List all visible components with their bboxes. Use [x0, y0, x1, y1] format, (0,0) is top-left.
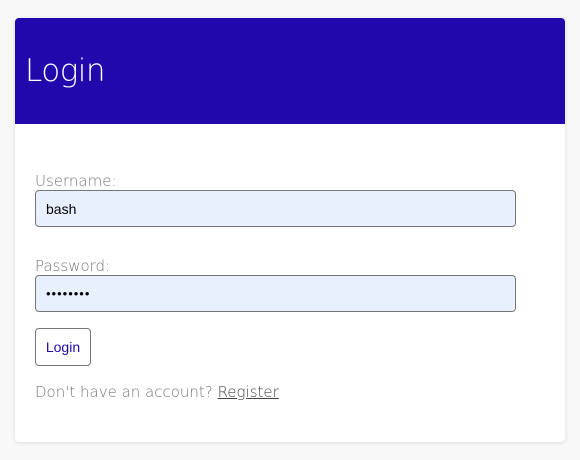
username-group: Username: [35, 172, 545, 227]
page-title: Login [25, 53, 106, 89]
password-field[interactable] [35, 275, 516, 312]
username-label: Username: [35, 172, 117, 190]
register-line: Don't have an account? Register [35, 383, 545, 401]
password-label: Password: [35, 257, 111, 275]
register-prompt: Don't have an account? [35, 383, 213, 401]
login-card: Login Username: Password: Login Don't ha… [15, 18, 565, 442]
card-header: Login [15, 18, 565, 124]
login-button[interactable]: Login [35, 328, 91, 366]
password-group: Password: [35, 257, 545, 312]
register-link[interactable]: Register [218, 383, 279, 401]
username-field[interactable] [35, 190, 516, 227]
login-form: Username: Password: Login Don't have an … [15, 124, 565, 401]
